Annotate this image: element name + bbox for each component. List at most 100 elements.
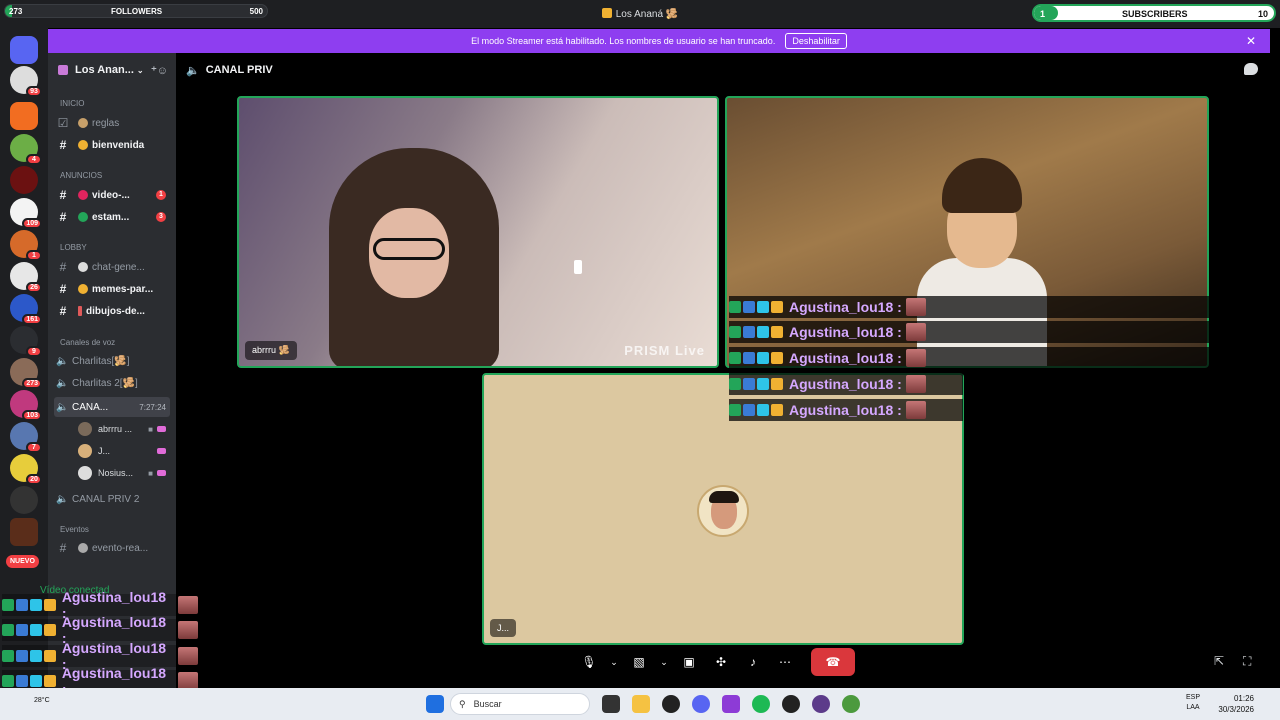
emote-icon bbox=[178, 621, 199, 639]
microphone-icon[interactable]: 🎙 bbox=[575, 648, 603, 676]
server-icon[interactable] bbox=[10, 518, 38, 546]
server-icon[interactable]: 93 bbox=[10, 66, 42, 97]
category-eventos[interactable]: Eventos bbox=[60, 525, 89, 534]
chat-username: Agustina_lou18 : bbox=[789, 324, 902, 340]
category-anuncios[interactable]: ANUNCIOS bbox=[60, 171, 102, 180]
category-label: Canales de voz bbox=[60, 338, 116, 347]
category-voice[interactable]: Canales de voz bbox=[60, 338, 115, 347]
discord-icon[interactable] bbox=[692, 695, 710, 713]
discord-home-icon[interactable] bbox=[10, 36, 38, 64]
app-icon[interactable] bbox=[812, 695, 830, 713]
channel-memes[interactable]: # memes-par... bbox=[54, 279, 170, 299]
server-icon[interactable]: 4 bbox=[10, 134, 42, 165]
channel-label: evento-rea... bbox=[92, 542, 149, 554]
server-icon[interactable] bbox=[10, 102, 38, 130]
server-icon[interactable]: 161 bbox=[10, 294, 42, 325]
channel-estam[interactable]: # estam... 3 bbox=[54, 207, 170, 227]
end-call-button[interactable]: ☎ bbox=[811, 648, 855, 676]
voice-user-name: abrrru ... bbox=[98, 424, 133, 434]
chevron-down-icon[interactable]: ⌄ bbox=[657, 648, 671, 676]
voice-channel-canal-priv-2[interactable]: 🔈 CANAL PRIV 2 bbox=[54, 489, 170, 509]
app-icon[interactable] bbox=[722, 695, 740, 713]
server-icon[interactable]: 109 bbox=[10, 198, 42, 229]
channel-label: CANAL PRIV 2 bbox=[72, 493, 140, 505]
server-icon[interactable]: 1 bbox=[10, 230, 42, 261]
emote-icon bbox=[905, 375, 926, 393]
category-label: INICIO bbox=[60, 99, 85, 108]
chatgpt-icon[interactable] bbox=[662, 695, 680, 713]
invite-icon[interactable]: ⁺☺ bbox=[151, 64, 168, 77]
server-icon[interactable]: 273 bbox=[10, 358, 42, 389]
badge: 20 bbox=[26, 474, 42, 485]
badge-icon bbox=[757, 301, 769, 313]
channel-bienvenida[interactable]: # bienvenida bbox=[54, 135, 170, 155]
server-header[interactable]: Los Anan... ⌄ ⁺☺ bbox=[48, 53, 176, 87]
subscribers-progress-fill bbox=[1034, 6, 1058, 20]
system-clock[interactable]: 01:26 30/3/2026 bbox=[1218, 693, 1254, 715]
server-icon[interactable]: 26 bbox=[10, 262, 42, 293]
search-input[interactable]: ⚲ Buscar bbox=[450, 693, 590, 715]
channel-chat-general[interactable]: # chat-gene... bbox=[54, 257, 170, 277]
category-label: LOBBY bbox=[60, 243, 87, 252]
language-indicator[interactable]: ESP LAA bbox=[1186, 693, 1200, 713]
channel-video[interactable]: # video-... 1 bbox=[54, 185, 170, 205]
task-view-icon[interactable] bbox=[602, 695, 620, 713]
chat-username: Agustina_lou18 : bbox=[789, 402, 902, 418]
search-placeholder: Buscar bbox=[473, 699, 502, 709]
badge-icon bbox=[15, 624, 28, 636]
obs-icon[interactable] bbox=[782, 695, 800, 713]
voice-channel-charlitas[interactable]: 🔈 Charlitas[🫚] bbox=[54, 351, 170, 371]
badge: 103 bbox=[22, 410, 42, 421]
server-icon[interactable]: 20 bbox=[10, 454, 42, 485]
start-icon[interactable] bbox=[426, 695, 444, 713]
file-explorer-icon[interactable] bbox=[632, 695, 650, 713]
server-icon[interactable]: 9 bbox=[10, 326, 42, 357]
category-lobby[interactable]: LOBBY bbox=[60, 243, 87, 252]
weather-widget[interactable]: 28°C bbox=[34, 697, 50, 704]
badge-icon bbox=[729, 404, 741, 416]
voice-user[interactable]: J... bbox=[78, 441, 170, 461]
category-label: Eventos bbox=[60, 525, 89, 534]
camera-off-icon[interactable]: ▧ bbox=[625, 648, 653, 676]
search-icon: ⚲ bbox=[459, 698, 466, 709]
server-icon[interactable]: 103 bbox=[10, 390, 42, 421]
voice-user[interactable]: abrrru ... ■ bbox=[78, 419, 170, 439]
disable-streamer-button[interactable]: Deshabilitar bbox=[785, 33, 847, 49]
activities-icon[interactable]: ✣ bbox=[707, 648, 735, 676]
video-tile-1[interactable]: abrrru 🫚 PRISM Live bbox=[237, 96, 719, 368]
chat-overlay-line: Agustina_lou18 : bbox=[729, 373, 963, 395]
server-icon[interactable]: 7 bbox=[10, 422, 42, 453]
screen-share-icon[interactable]: ▣ bbox=[675, 648, 703, 676]
badge-icon bbox=[729, 301, 741, 313]
chevron-down-icon[interactable]: ⌄ bbox=[607, 648, 621, 676]
chat-bubble-icon[interactable] bbox=[1244, 63, 1258, 75]
voice-channel-canal-priv[interactable]: 🔈 CANA... 7:27:24 bbox=[54, 397, 170, 417]
language-code: ESP bbox=[1185, 694, 1200, 701]
streamer-mode-banner: El modo Streamer está habilitado. Los no… bbox=[48, 29, 1270, 53]
fullscreen-icon[interactable]: ⛶ bbox=[1243, 654, 1251, 669]
channel-evento[interactable]: # evento-rea... bbox=[54, 538, 170, 558]
pop-out-icon[interactable]: ⇱ bbox=[1214, 654, 1224, 668]
voice-user[interactable]: Nosius... ■ bbox=[78, 463, 170, 483]
channel-dibujos[interactable]: # dibujos-de... bbox=[54, 301, 170, 321]
soundboard-icon[interactable]: ♪ bbox=[739, 648, 767, 676]
participant-name: J... bbox=[490, 619, 517, 637]
chat-overlay-line: Agustina_lou18 : bbox=[729, 321, 1209, 343]
server-icon[interactable] bbox=[10, 166, 38, 194]
server-icon[interactable] bbox=[10, 486, 38, 514]
close-icon[interactable]: ✕ bbox=[1246, 34, 1256, 48]
windows-taskbar: 28°C ⚲ Buscar ESP LAA 01:26 30/3/2026 bbox=[0, 688, 1280, 720]
spotify-icon[interactable] bbox=[752, 695, 770, 713]
chrome-icon[interactable] bbox=[842, 695, 860, 713]
clock-date: 30/3/2026 bbox=[1218, 705, 1254, 714]
voice-channel-charlitas-2[interactable]: 🔈 Charlitas 2[🫚] bbox=[54, 373, 170, 393]
watermark: PRISM Live bbox=[624, 343, 705, 358]
subscribers-current: 1 bbox=[1040, 9, 1046, 19]
more-options-icon[interactable]: ⋯ bbox=[771, 648, 799, 676]
badge-icon bbox=[15, 675, 28, 687]
channel-label: bienvenida bbox=[92, 139, 145, 151]
stream-icon bbox=[157, 470, 166, 476]
channel-reglas[interactable]: ☑ reglas bbox=[54, 113, 170, 133]
category-inicio[interactable]: INICIO bbox=[60, 99, 84, 108]
voice-user-name: J... bbox=[98, 446, 111, 456]
